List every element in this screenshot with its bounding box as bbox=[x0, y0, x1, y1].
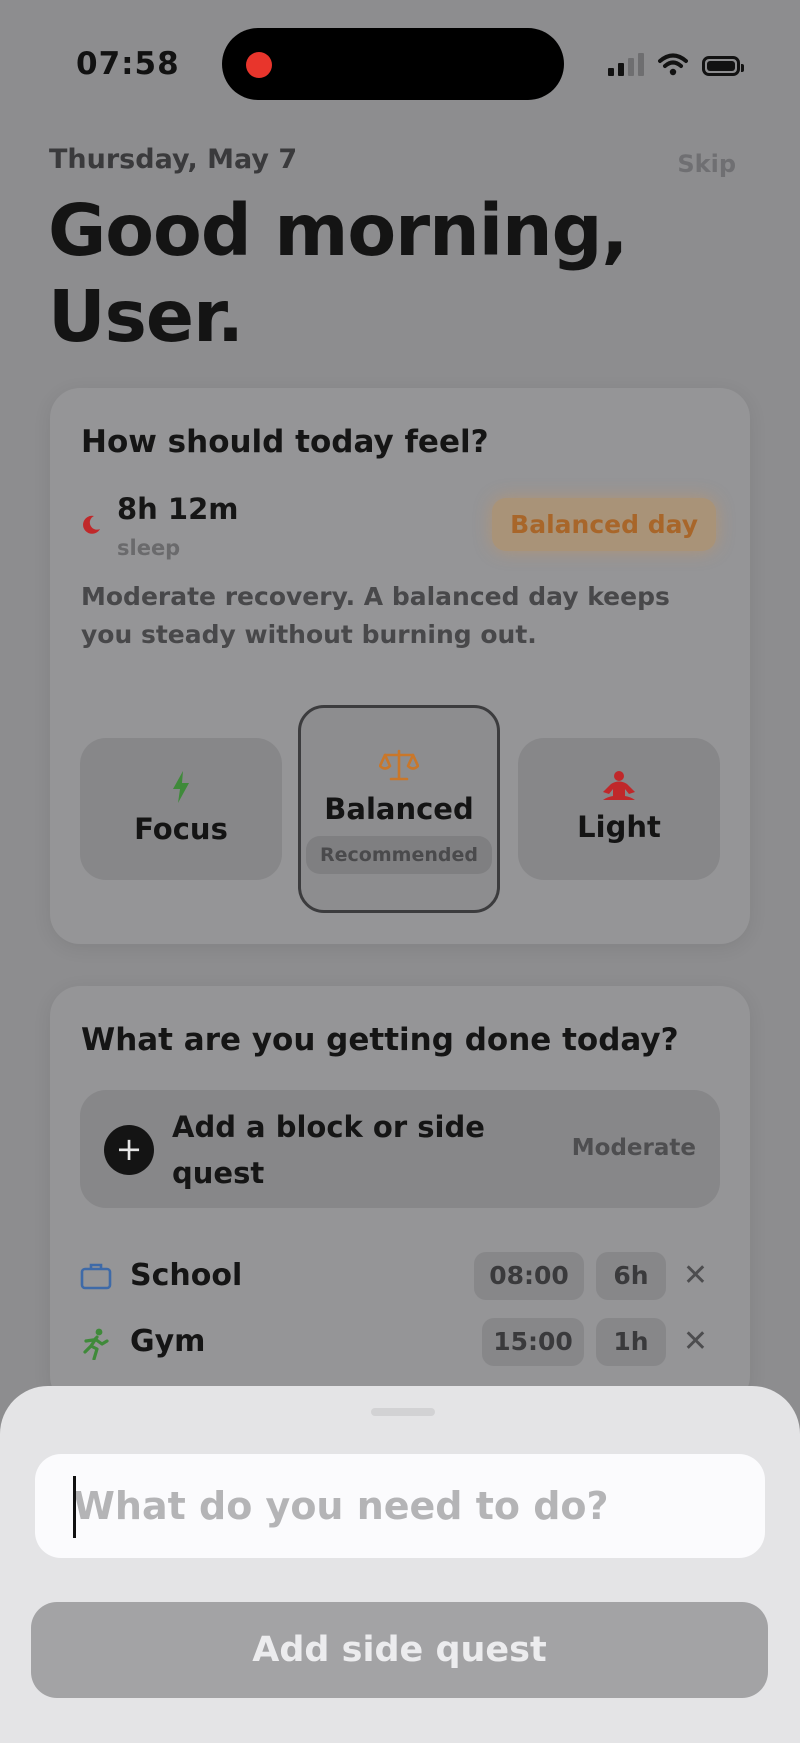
task-time-chip[interactable]: 08:00 bbox=[474, 1252, 584, 1300]
side-quest-input[interactable] bbox=[35, 1454, 765, 1558]
add-block-button[interactable]: + Add a block or side quest Moderate bbox=[80, 1090, 720, 1208]
greeting-line-1: Good morning, bbox=[48, 189, 628, 272]
task-row-gym[interactable]: Gym 15:00 1h ✕ bbox=[80, 1318, 720, 1368]
task-duration-chip[interactable]: 6h bbox=[596, 1252, 666, 1300]
greeting-title: Good morning, User. bbox=[48, 188, 628, 360]
battery-icon bbox=[702, 56, 744, 76]
add-side-quest-sheet: Add side quest bbox=[0, 1386, 800, 1743]
recovery-description: Moderate recovery. A balanced day keeps … bbox=[81, 582, 670, 649]
text-caret bbox=[73, 1476, 76, 1538]
mode-light-option[interactable]: Light bbox=[518, 738, 720, 880]
mode-balanced-label: Balanced bbox=[324, 792, 474, 826]
tasks-title: What are you getting done today? bbox=[81, 1022, 679, 1058]
add-block-meta: Moderate bbox=[571, 1135, 696, 1161]
greeting-line-2: User. bbox=[48, 275, 244, 358]
tasks-card: What are you getting done today? + Add a… bbox=[50, 986, 750, 1406]
scale-icon bbox=[379, 749, 419, 781]
add-block-label: Add a block or side quest bbox=[172, 1110, 485, 1190]
remove-task-icon[interactable]: ✕ bbox=[683, 1324, 708, 1359]
mode-balanced-option[interactable]: Balanced Recommended bbox=[298, 705, 500, 913]
status-time: 07:58 bbox=[76, 46, 180, 82]
sheet-grabber[interactable] bbox=[371, 1408, 435, 1416]
day-feel-title: How should today feel? bbox=[81, 424, 489, 460]
add-side-quest-button[interactable]: Add side quest bbox=[31, 1602, 768, 1698]
briefcase-icon bbox=[80, 1263, 112, 1290]
mode-focus-option[interactable]: Focus bbox=[80, 738, 282, 880]
runner-icon bbox=[83, 1328, 109, 1360]
sleep-label: sleep bbox=[117, 536, 181, 560]
mode-light-label: Light bbox=[577, 810, 661, 844]
phone-screen: 07:58 Thursday, May 7 Skip Good morning,… bbox=[0, 0, 800, 1743]
task-name: Gym bbox=[130, 1324, 206, 1359]
plus-icon: + bbox=[104, 1125, 154, 1175]
status-icons bbox=[608, 52, 744, 76]
recommended-pill: Recommended bbox=[306, 836, 492, 874]
day-feel-card: How should today feel? 8h 12m sleep Bala… bbox=[50, 388, 750, 944]
day-type-badge: Balanced day bbox=[492, 498, 716, 551]
recording-indicator-icon bbox=[246, 52, 272, 78]
task-row-school[interactable]: School 08:00 6h ✕ bbox=[80, 1252, 720, 1302]
task-name: School bbox=[130, 1258, 243, 1293]
moon-icon bbox=[83, 515, 100, 534]
current-date: Thursday, May 7 bbox=[49, 144, 298, 175]
dynamic-island bbox=[222, 28, 564, 100]
wifi-icon bbox=[658, 53, 688, 76]
remove-task-icon[interactable]: ✕ bbox=[683, 1258, 708, 1293]
meditation-icon bbox=[603, 771, 635, 800]
mode-focus-label: Focus bbox=[134, 812, 228, 846]
cellular-signal-icon bbox=[608, 52, 644, 76]
lightning-icon bbox=[173, 771, 189, 803]
sleep-duration: 8h 12m bbox=[117, 492, 239, 526]
task-time-chip[interactable]: 15:00 bbox=[482, 1318, 584, 1366]
skip-button[interactable]: Skip bbox=[677, 150, 736, 178]
task-duration-chip[interactable]: 1h bbox=[596, 1318, 666, 1366]
